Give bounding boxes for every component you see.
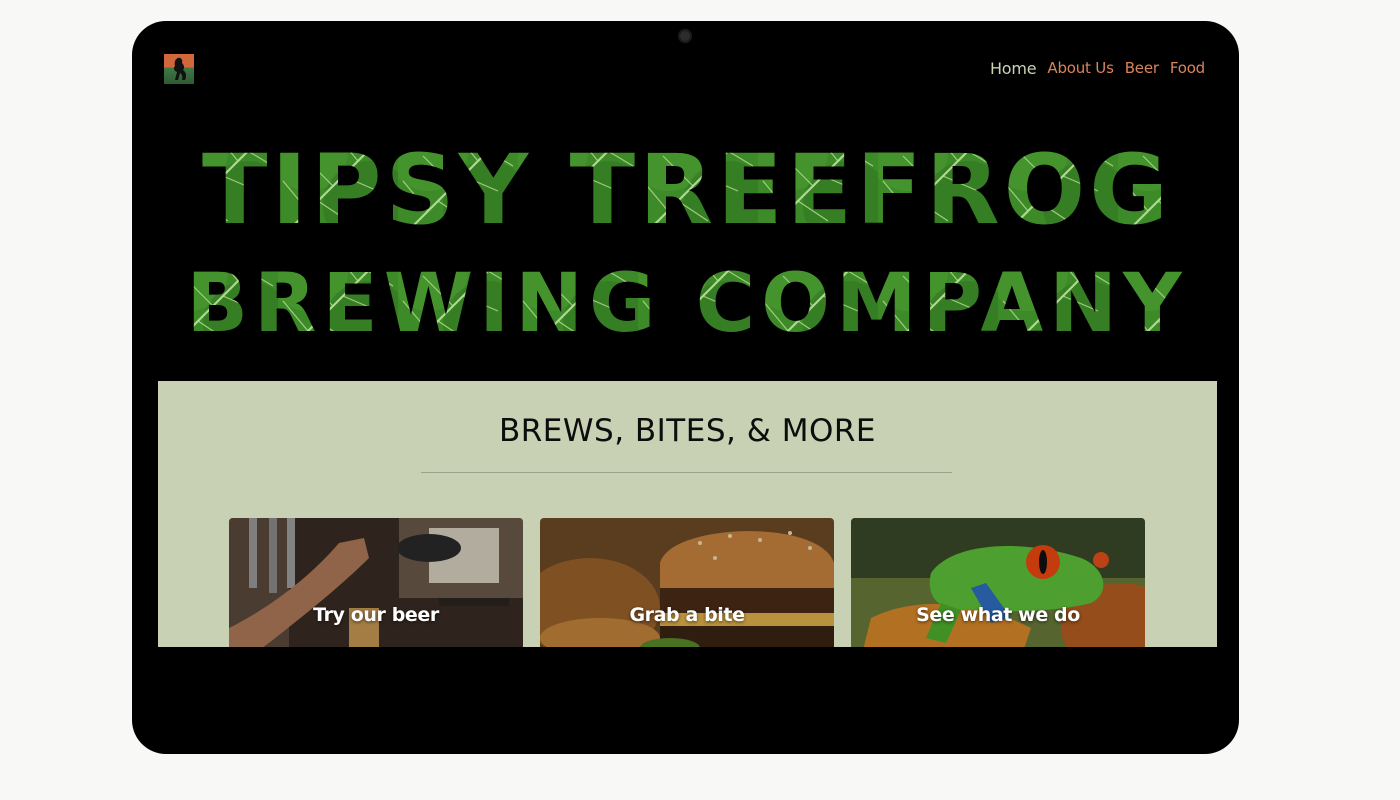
card-food-label: Grab a bite [629, 604, 745, 626]
card-shade [540, 518, 834, 647]
main-nav: Home About Us Beer Food [990, 59, 1205, 78]
card-food[interactable]: Grab a bite [540, 518, 834, 647]
hero-line-1: TIPSY TREEFROG [202, 134, 1172, 246]
card-about-label: See what we do [916, 604, 1080, 626]
card-shade [229, 518, 523, 647]
hero-title-svg: TIPSY TREEFROG BREWING COMPANY [186, 134, 1187, 341]
nav-home-link[interactable]: Home [990, 59, 1037, 78]
section-title: BREWS, BITES, & MORE [498, 413, 877, 449]
nav-beer-link[interactable]: Beer [1125, 59, 1159, 78]
nav-about-link[interactable]: About Us [1047, 59, 1114, 78]
website-screen: Home About Us Beer Food TIPSY TREEFROG B… [158, 51, 1217, 647]
hero-title: TIPSY TREEFROG BREWING COMPANY [158, 121, 1217, 341]
frog-logo-icon[interactable] [164, 54, 194, 84]
card-beer[interactable]: Try our beer [229, 518, 523, 647]
hero-line-2: BREWING COMPANY [186, 257, 1187, 341]
tablet-frame: Home About Us Beer Food TIPSY TREEFROG B… [132, 21, 1239, 754]
card-about[interactable]: See what we do [851, 518, 1145, 647]
card-beer-label: Try our beer [313, 604, 439, 626]
camera-dot [678, 29, 692, 43]
card-shade [851, 518, 1145, 647]
brews-bites-section: BREWS, BITES, & MORE Try our beer Grab a… [158, 381, 1217, 647]
section-divider [421, 472, 952, 473]
frog-silhouette-icon [173, 57, 187, 80]
nav-food-link[interactable]: Food [1170, 59, 1205, 78]
